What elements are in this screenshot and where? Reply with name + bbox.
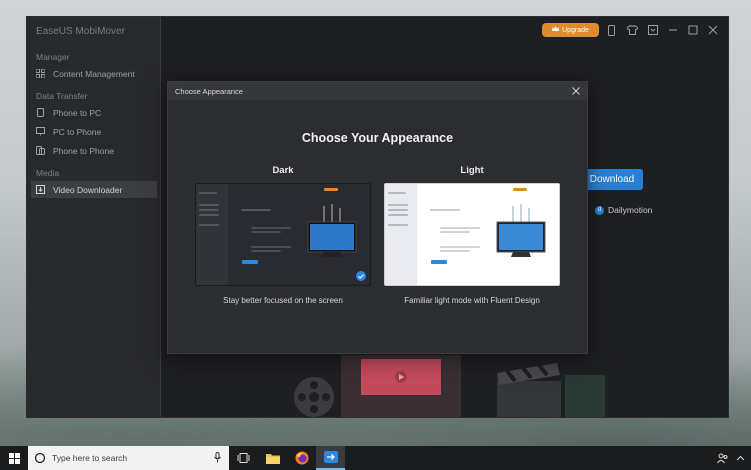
app-brand: EaseUS MobiMover <box>36 26 125 37</box>
dialog-title: Choose Your Appearance <box>301 131 454 145</box>
people-icon[interactable] <box>717 453 728 464</box>
search-placeholder: Type here to search <box>52 453 128 463</box>
maximize-icon[interactable] <box>687 24 699 36</box>
menu-dropdown-icon[interactable] <box>647 24 659 36</box>
option-light-card[interactable] <box>384 183 560 286</box>
sidebar-item-video-downloader[interactable]: Video Downloader <box>31 181 157 198</box>
firefox-icon <box>295 451 308 465</box>
dailymotion-icon: d <box>595 205 604 215</box>
dialog-header: Choose Appearance <box>168 82 587 100</box>
preview-sidebar <box>196 184 228 285</box>
sidebar-item-phone-to-phone[interactable]: Phone to Phone <box>31 142 157 159</box>
file-explorer-button[interactable] <box>258 446 287 470</box>
title-bar: Upgrade <box>161 17 728 45</box>
section-label-manager: Manager <box>36 52 70 62</box>
microphone-icon[interactable] <box>214 452 221 463</box>
sidebar-item-label: Phone to PC <box>53 107 102 118</box>
site-label: Dailymotion <box>608 205 653 215</box>
download-icon <box>36 185 45 194</box>
start-button[interactable] <box>0 446 28 470</box>
task-view-button[interactable] <box>229 446 258 470</box>
sidebar-item-pc-to-phone[interactable]: PC to Phone <box>31 123 157 140</box>
option-dark-label: Dark <box>272 165 294 176</box>
option-light-label: Light <box>460 165 484 176</box>
download-button[interactable]: Download <box>581 169 643 190</box>
task-view-icon <box>237 453 250 463</box>
windows-logo-icon <box>8 452 20 464</box>
system-tray <box>717 446 745 470</box>
windows-taskbar: Type here to search <box>0 446 751 470</box>
close-icon[interactable] <box>707 24 719 36</box>
crown-icon <box>552 26 560 34</box>
monitor-icon <box>36 127 45 136</box>
video-illustration <box>294 355 605 417</box>
option-dark-card[interactable] <box>195 183 371 286</box>
shirt-icon[interactable] <box>626 24 638 36</box>
sidebar-item-label: Phone to Phone <box>53 145 114 156</box>
search-icon <box>34 452 46 464</box>
appearance-dialog: Choose Appearance Choose Your Appearance… <box>167 81 588 354</box>
option-dark-description: Stay better focused on the screen <box>223 296 343 305</box>
dialog-close-icon[interactable] <box>570 85 581 96</box>
mobimover-icon <box>323 451 338 463</box>
sidebar-item-label: Content Management <box>53 68 135 79</box>
upgrade-button[interactable]: Upgrade <box>542 23 599 37</box>
phone-icon <box>36 146 45 155</box>
grid-icon <box>36 69 45 78</box>
sidebar-item-label: PC to Phone <box>53 126 102 137</box>
sidebar-item-label: Video Downloader <box>53 184 123 195</box>
firefox-button[interactable] <box>287 446 316 470</box>
section-label-data-transfer: Data Transfer <box>36 91 88 101</box>
folder-icon <box>265 453 280 464</box>
phone-icon <box>36 108 45 117</box>
mobimover-taskbar-button[interactable] <box>316 446 345 470</box>
chevron-up-icon[interactable] <box>736 454 745 463</box>
sidebar: EaseUS MobiMover Manager Content Managem… <box>27 17 161 417</box>
minimize-icon[interactable] <box>667 24 679 36</box>
sidebar-item-phone-to-pc[interactable]: Phone to PC <box>31 104 157 121</box>
selected-check-icon <box>356 271 366 281</box>
site-dailymotion[interactable]: d Dailymotion <box>595 205 652 215</box>
monitor-illustration <box>307 204 357 257</box>
preview-sidebar <box>385 184 417 285</box>
taskbar-search-input[interactable]: Type here to search <box>28 446 229 470</box>
dialog-header-title: Choose Appearance <box>175 86 243 96</box>
option-light-description: Familiar light mode with Fluent Design <box>404 296 540 305</box>
sidebar-item-content-management[interactable]: Content Management <box>31 65 157 82</box>
monitor-illustration <box>496 204 546 257</box>
upgrade-label: Upgrade <box>562 26 589 34</box>
section-label-media: Media <box>36 168 60 178</box>
device-icon[interactable] <box>605 24 617 36</box>
